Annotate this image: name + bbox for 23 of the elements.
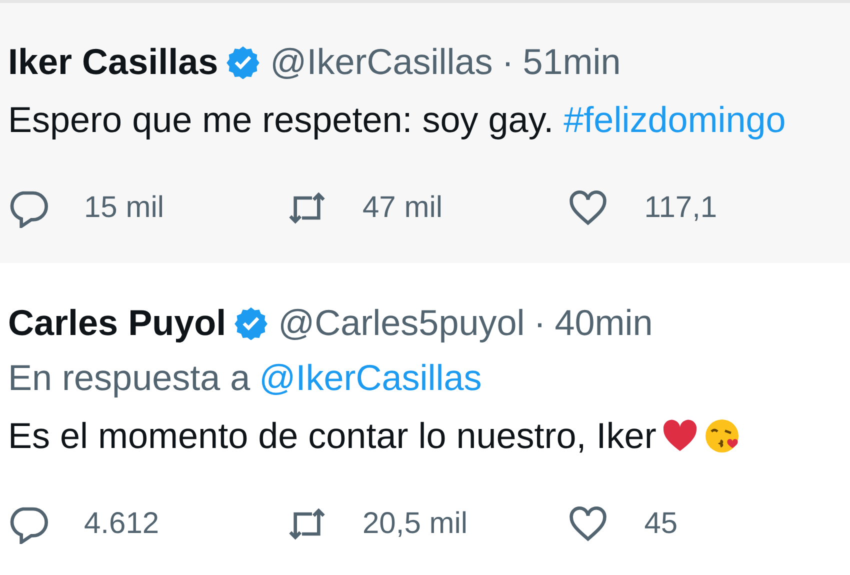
like-icon[interactable] [568,188,608,228]
retweet-count: 20,5 mil [362,506,468,542]
mention-link[interactable]: @IkerCasillas [259,357,482,398]
separator-dot: · [534,301,546,345]
hashtag-link[interactable]: #felizdomingo [564,98,786,142]
tweet-text: Espero que me respeten: soy gay. [8,98,555,142]
author-handle: @IkerCasillas [270,40,493,84]
retweet-count: 47 mil [362,190,443,226]
like-count: 117,1 [644,190,718,226]
reply-count: 4.612 [84,506,160,542]
author-name: Iker Casillas [8,40,218,84]
like-count: 45 [644,506,678,542]
kissing-face-emoji-icon [704,418,740,454]
post-time: 51min [522,40,621,84]
reply-label: En respuesta a [8,357,250,398]
author-handle: @Carles5puyol [278,301,525,345]
author-name: Carles Puyol [8,301,226,345]
tweet-text: Es el momento de contar lo nuestro, Iker [8,414,656,458]
separator-dot: · [502,40,514,84]
post-time: 40min [554,301,653,345]
heart-emoji-icon [662,418,698,454]
reply-count: 15 mil [84,190,164,226]
like-icon[interactable] [568,504,608,544]
